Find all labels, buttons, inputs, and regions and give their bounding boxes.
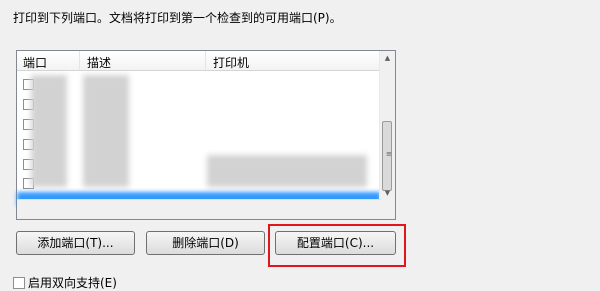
column-header-port[interactable]: 端口: [23, 54, 47, 71]
horizontal-scrollbar[interactable]: [17, 199, 381, 219]
grip-icon: ≡: [386, 150, 392, 158]
highlight-annotation-box: [268, 224, 406, 267]
blurred-descriptions: [83, 75, 129, 187]
scrollbar-corner: [380, 200, 395, 219]
scrollbar-thumb[interactable]: ≡: [382, 121, 392, 191]
instruction-text: 打印到下列端口。文档将打印到第一个检查到的可用端口(P)。: [13, 11, 342, 25]
bidirectional-checkbox[interactable]: [13, 277, 25, 289]
delete-port-button[interactable]: 删除端口(D): [146, 231, 265, 255]
column-header-description[interactable]: 描述: [87, 54, 111, 71]
scroll-down-arrow-icon[interactable]: ▼: [380, 189, 395, 197]
column-separator: [205, 51, 206, 70]
blurred-printer-name: [207, 155, 367, 187]
port-list[interactable]: 端口 描述 打印机 ▲ ≡ ▼: [16, 50, 396, 220]
column-header-printer[interactable]: 打印机: [213, 54, 249, 71]
bidirectional-label: 启用双向支持(E): [28, 276, 117, 290]
column-separator: [79, 51, 80, 70]
blurred-port-names: [31, 75, 67, 187]
add-port-button[interactable]: 添加端口(T)...: [16, 231, 135, 255]
port-list-header: 端口 描述 打印机: [17, 51, 381, 71]
vertical-scrollbar[interactable]: ▲ ≡ ▼: [379, 51, 395, 201]
scroll-up-arrow-icon[interactable]: ▲: [380, 54, 395, 62]
